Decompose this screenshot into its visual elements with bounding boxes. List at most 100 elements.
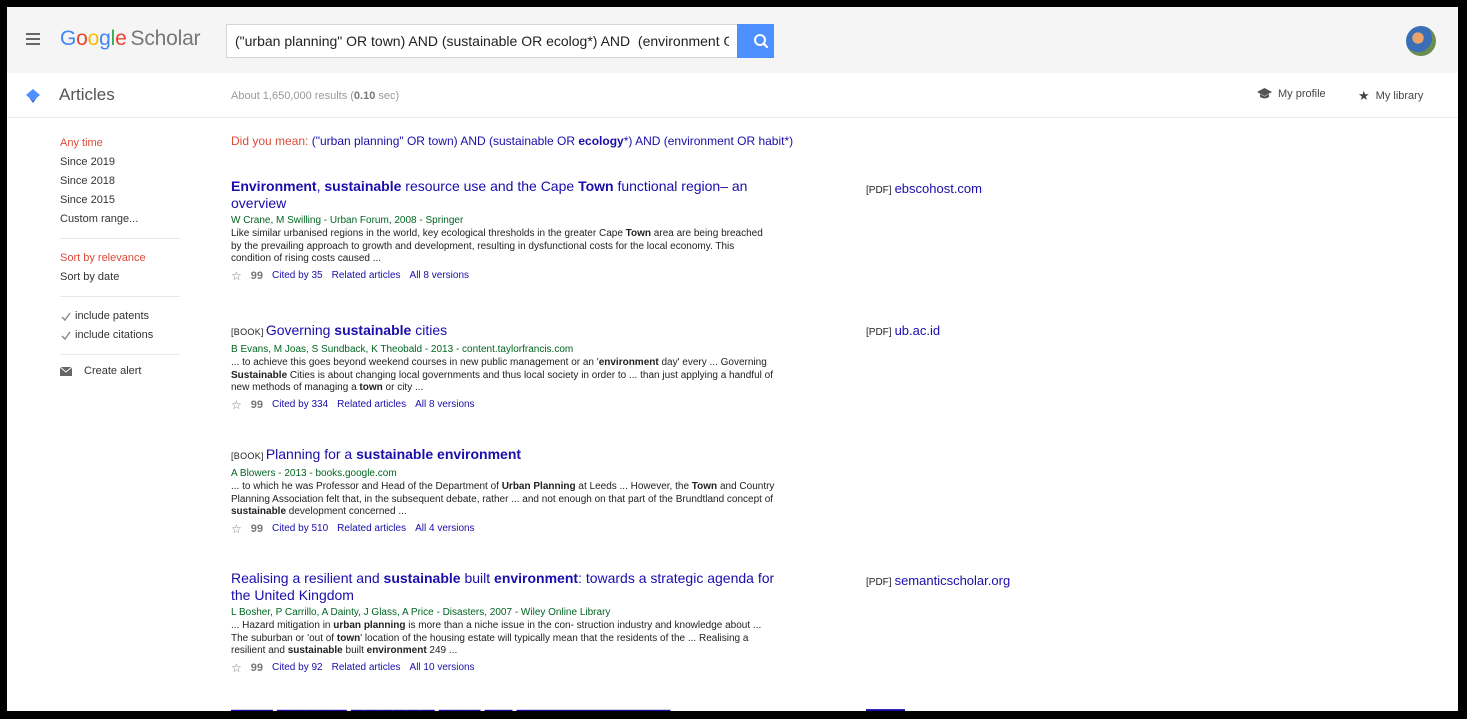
result-title-link[interactable]: [BOOK] Governing sustainable cities (231, 322, 776, 341)
pdf-tag: [PDF] (866, 185, 892, 196)
related-articles-link[interactable]: Related articles (332, 662, 401, 673)
search-box[interactable] (226, 24, 737, 58)
sort-option-item[interactable]: Sort by date (60, 268, 182, 287)
sort-option-item[interactable]: Sort by relevance (60, 249, 182, 268)
snippet-part: sustainable (287, 645, 343, 656)
results-count: About 1,650,000 results (0.10 sec) (231, 90, 399, 102)
result-authors: L Bosher, P Carrillo, A Dainty, J Glass,… (231, 607, 611, 618)
time-filter-item[interactable]: Since 2018 (60, 172, 182, 191)
related-articles-link[interactable]: Related articles (332, 270, 401, 281)
my-library-link[interactable]: ★ My library (1358, 88, 1423, 104)
envelope-icon (60, 366, 72, 376)
all-versions-link[interactable]: All 8 versions (410, 270, 469, 281)
menu-icon[interactable] (26, 33, 40, 45)
result-title-link[interactable]: [BOOK] Planning for a sustainable environ… (231, 446, 776, 465)
search-result: [BOOK] Planning for a sustainable environ… (231, 446, 776, 536)
search-result: Realising a resilient and sustainable bu… (231, 570, 776, 675)
related-articles-link[interactable]: Related articles (337, 399, 406, 410)
result-snippet: ... Hazard mitigation in urban planning … (231, 620, 776, 658)
logo-scholar: Scholar (130, 27, 201, 50)
checkmark-icon (61, 331, 71, 340)
create-alert-label: Create alert (84, 365, 142, 377)
snippet-part: sustainable (231, 506, 287, 517)
save-star-icon[interactable]: ☆ (231, 398, 242, 412)
cite-quote-icon[interactable]: 99 (251, 399, 263, 411)
partial-result-title: ▬▬▬ ▬▬▬▬▬ ▬▬▬▬▬▬ ▬▬▬ ▬▬ ▬▬▬▬▬▬▬▬▬▬▬ ▬▬▬▬… (231, 702, 671, 711)
cited-by-link[interactable]: Cited by 92 (272, 662, 323, 673)
pdf-link[interactable]: [PDF] ebscohost.com (866, 181, 982, 196)
save-star-icon[interactable]: ☆ (231, 661, 242, 675)
checkmark-icon (61, 312, 71, 321)
google-scholar-logo[interactable]: Google Scholar (60, 27, 201, 51)
browser-viewport: GoogleScholar Articles About 1,650,000 r… (7, 7, 1458, 711)
snippet-part: Cities is about changing local governmen… (231, 369, 773, 394)
include-checkbox[interactable]: include citations (60, 326, 182, 345)
pdf-source: semanticscholar.org (894, 573, 1011, 588)
snippet-part: town (359, 382, 383, 393)
search-button[interactable] (737, 24, 774, 58)
my-profile-link[interactable]: My profile (1257, 88, 1326, 100)
divider (60, 354, 180, 355)
time-filter-item[interactable]: Custom range... (60, 210, 182, 229)
did-you-mean-label: Did you mean: (231, 134, 309, 148)
my-profile-label: My profile (1278, 88, 1326, 100)
cited-by-link[interactable]: Cited by 510 (272, 523, 328, 534)
snippet-part: environment (598, 357, 659, 368)
result-title-part: Planning for a (265, 446, 357, 462)
snippet-part: town (336, 632, 361, 644)
logo-letter: o (76, 27, 88, 50)
result-title-part: sustainable (334, 322, 412, 338)
all-versions-link[interactable]: All 8 versions (415, 399, 474, 410)
result-title-link[interactable]: Realising a resilient and sustainable bu… (231, 570, 776, 604)
did-you-mean: Did you mean: ("urban planning" OR town)… (231, 134, 793, 148)
articles-label[interactable]: Articles (59, 85, 115, 105)
pdf-source: ebscohost.com (894, 181, 982, 196)
results-prefix: About 1,650,000 results ( (231, 90, 354, 102)
articles-icon (26, 89, 40, 103)
cite-quote-icon[interactable]: 99 (251, 270, 263, 282)
cited-by-link[interactable]: Cited by 35 (272, 270, 323, 281)
create-alert-link[interactable]: Create alert (60, 365, 182, 377)
avatar[interactable] (1406, 26, 1436, 56)
include-checkbox[interactable]: include patents (60, 307, 182, 326)
cited-by-link[interactable]: Cited by 334 (272, 399, 328, 410)
search-icon (754, 34, 769, 49)
result-title-link[interactable]: Environment, sustainable resource use an… (231, 178, 776, 212)
time-filter-item[interactable]: Since 2015 (60, 191, 182, 210)
did-you-mean-suggestion[interactable]: ("urban planning" OR town) AND (sustaina… (312, 134, 793, 148)
pdf-link[interactable]: [PDF] semanticscholar.org (866, 573, 1010, 588)
save-star-icon[interactable]: ☆ (231, 522, 242, 536)
cite-quote-icon[interactable]: 99 (251, 662, 263, 674)
result-title-part: cities (411, 322, 448, 338)
result-title-part: Town (578, 178, 614, 194)
my-library-label: My library (1375, 90, 1424, 102)
all-versions-link[interactable]: All 4 versions (415, 523, 474, 534)
save-star-icon[interactable]: ☆ (231, 269, 242, 283)
related-articles-link[interactable]: Related articles (337, 523, 406, 534)
star-icon: ★ (1358, 88, 1370, 103)
result-title-part: sustainable environment (356, 446, 522, 462)
filter-sidebar: Any time Since 2019 Since 2018 Since 2015 Cu… (60, 134, 182, 377)
time-filter-list: Any time Since 2019 Since 2018 Since 2015 Cu… (60, 134, 182, 229)
suggestion-part-1: ("urban planning" OR town) AND (sustaina… (311, 134, 579, 148)
snippet-part: built (342, 645, 367, 656)
search-input[interactable] (227, 25, 737, 57)
snippet-part: ... to which he was Professor and Head o… (231, 481, 502, 492)
snippet-part: Sustainable (231, 369, 288, 381)
all-versions-link[interactable]: All 10 versions (410, 662, 475, 673)
snippet-part: 249 ... (426, 645, 458, 656)
snippet-part: Town (625, 228, 652, 239)
pdf-link[interactable]: [PDF] ub.ac.id (866, 323, 940, 338)
result-actions: ☆ 99 Cited by 35 Related articles All 8 vers… (231, 269, 776, 283)
suggestion-bold: ecology (578, 134, 624, 148)
result-title-part: Realising a resilient and (231, 570, 384, 586)
cite-quote-icon[interactable]: 99 (251, 523, 263, 535)
suggestion-part-2: *) AND (environment OR habit*) (623, 134, 794, 148)
logo-letter: g (99, 27, 111, 50)
top-header: Google Scholar (7, 7, 1458, 74)
snippet-part: urban planning (333, 620, 406, 631)
time-filter-item[interactable]: Since 2019 (60, 153, 182, 172)
result-snippet: ... to which he was Professor and Head o… (231, 481, 776, 519)
snippet-part: ... to achieve this goes beyond weekend … (231, 357, 599, 368)
time-filter-item[interactable]: Any time (60, 134, 182, 153)
